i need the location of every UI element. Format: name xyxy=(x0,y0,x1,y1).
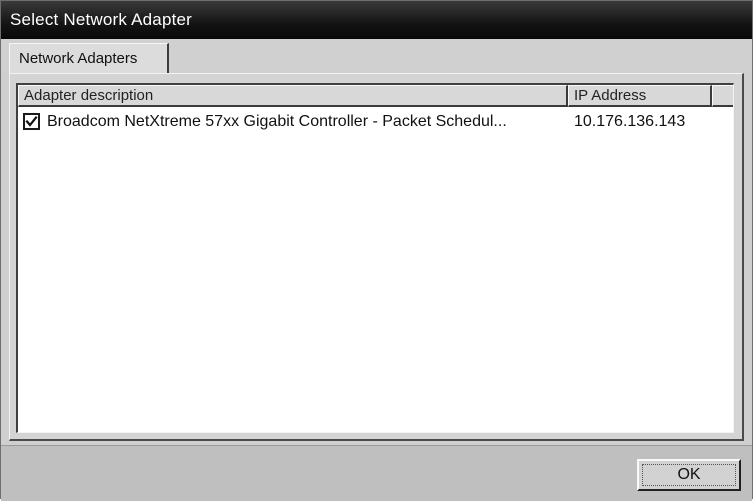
adapter-list[interactable]: Adapter description IP Address Broadcom … xyxy=(16,83,734,433)
adapter-checkbox[interactable] xyxy=(23,113,40,130)
tab-network-adapters[interactable]: Network Adapters xyxy=(9,43,169,73)
list-item[interactable]: Broadcom NetXtreme 57xx Gigabit Controll… xyxy=(18,111,733,135)
check-icon xyxy=(25,115,38,127)
window-title: Select Network Adapter xyxy=(10,10,193,29)
list-header: Adapter description IP Address xyxy=(18,85,733,107)
ip-address-cell: 10.176.136.143 xyxy=(574,113,686,130)
column-header-ip-address[interactable]: IP Address xyxy=(568,85,712,107)
tab-label: Network Adapters xyxy=(19,50,138,67)
select-network-adapter-dialog: Select Network Adapter Network Adapters … xyxy=(0,0,753,501)
ok-button[interactable]: OK xyxy=(637,459,741,491)
column-header-adapter-description[interactable]: Adapter description xyxy=(18,85,568,107)
tab-strip: Network Adapters xyxy=(1,39,752,73)
tab-panel: Adapter description IP Address Broadcom … xyxy=(9,73,744,441)
title-bar[interactable]: Select Network Adapter xyxy=(1,1,752,39)
column-header-filler xyxy=(712,85,733,107)
button-bar: OK xyxy=(1,445,752,501)
adapter-description-cell: Broadcom NetXtreme 57xx Gigabit Controll… xyxy=(47,113,507,130)
